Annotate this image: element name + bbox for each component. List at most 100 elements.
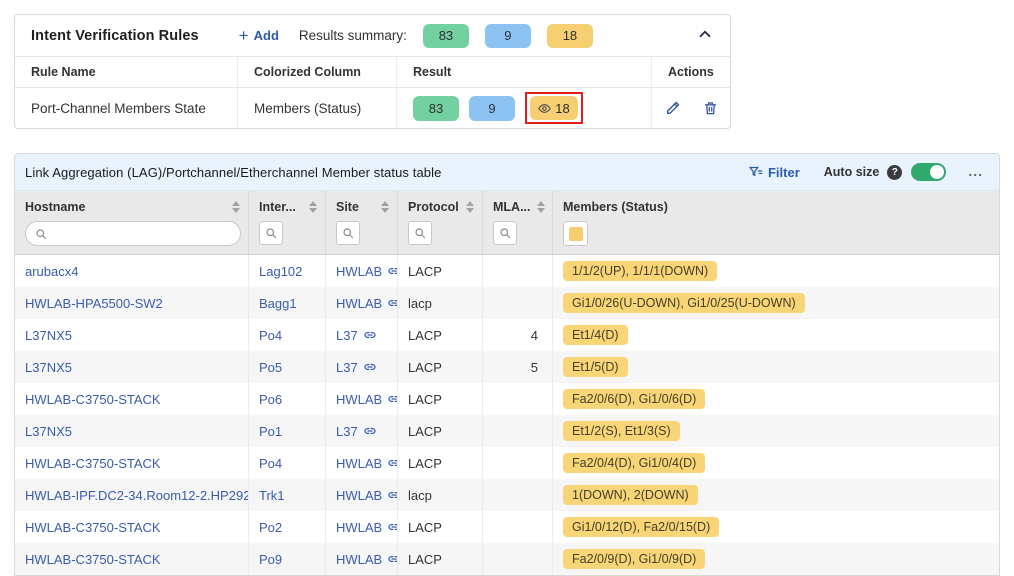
interface-cell: Lag102 bbox=[249, 255, 326, 287]
protocol-search-button[interactable] bbox=[408, 221, 432, 245]
table-row: L37NX5 Po1 L37 LACP Et1/2(S), Et1/3(S) bbox=[15, 415, 999, 447]
interface-cell: Po5 bbox=[249, 351, 326, 383]
interface-link[interactable]: Po5 bbox=[259, 360, 282, 375]
collapse-panel-button[interactable] bbox=[696, 25, 714, 46]
result-badge-green[interactable]: 83 bbox=[413, 96, 459, 121]
yellow-color-swatch bbox=[569, 227, 583, 241]
result-badge-blue[interactable]: 9 bbox=[469, 96, 515, 121]
table-row: HWLAB-C3750-STACK Po6 HWLAB LACP Fa2/0/6… bbox=[15, 383, 999, 415]
interface-cell: Po1 bbox=[249, 415, 326, 447]
interface-link[interactable]: Po2 bbox=[259, 520, 282, 535]
interface-cell: Bagg1 bbox=[249, 287, 326, 319]
table-row: L37NX5 Po4 L37 LACP 4 Et1/4(D) bbox=[15, 319, 999, 351]
interface-link[interactable]: Bagg1 bbox=[259, 296, 297, 311]
sort-icon[interactable] bbox=[232, 201, 240, 213]
help-icon[interactable]: ? bbox=[887, 165, 902, 180]
filter-button[interactable]: Filter bbox=[748, 165, 800, 180]
site-link[interactable]: HWLAB bbox=[336, 456, 382, 471]
hostname-link[interactable]: HWLAB-C3750-STACK bbox=[25, 456, 161, 471]
link-icon bbox=[387, 456, 398, 470]
filter-funnel-icon bbox=[748, 165, 763, 180]
sort-icon[interactable] bbox=[381, 201, 389, 213]
interface-link[interactable]: Po4 bbox=[259, 328, 282, 343]
interface-link[interactable]: Trk1 bbox=[259, 488, 285, 503]
rules-col-result: Result bbox=[397, 57, 652, 87]
members-status-pill: Et1/2(S), Et1/3(S) bbox=[563, 421, 680, 441]
link-icon bbox=[363, 424, 377, 438]
hostname-link[interactable]: L37NX5 bbox=[25, 328, 72, 343]
site-link[interactable]: L37 bbox=[336, 424, 358, 439]
interface-cell: Trk1 bbox=[249, 479, 326, 511]
rule-name-value: Port-Channel Members State bbox=[15, 88, 238, 128]
link-icon bbox=[387, 296, 398, 310]
mlag-search-button[interactable] bbox=[493, 221, 517, 245]
mlag-value bbox=[483, 415, 553, 447]
col-hostname: Hostname bbox=[15, 191, 249, 254]
protocol-value: LACP bbox=[398, 447, 483, 479]
search-icon bbox=[414, 227, 426, 239]
link-icon bbox=[387, 392, 398, 406]
site-cell: L37 bbox=[326, 415, 398, 447]
interface-search-button[interactable] bbox=[259, 221, 283, 245]
interface-link[interactable]: Lag102 bbox=[259, 264, 302, 279]
members-cell: Et1/5(D) bbox=[553, 351, 999, 383]
rules-panel-title: Intent Verification Rules bbox=[31, 28, 199, 44]
members-status-pill: Et1/5(D) bbox=[563, 357, 628, 377]
col-members-status-label: Members (Status) bbox=[563, 200, 668, 214]
interface-link[interactable]: Po4 bbox=[259, 456, 282, 471]
rules-col-actions: Actions bbox=[652, 57, 730, 87]
site-link[interactable]: L37 bbox=[336, 328, 358, 343]
hostname-link[interactable]: arubacx4 bbox=[25, 264, 78, 279]
site-link[interactable]: HWLAB bbox=[336, 520, 382, 535]
members-cell: 1(DOWN), 2(DOWN) bbox=[553, 479, 999, 511]
site-link[interactable]: HWLAB bbox=[336, 488, 382, 503]
site-search-button[interactable] bbox=[336, 221, 360, 245]
table-row: arubacx4 Lag102 HWLAB LACP 1/1/2(UP), 1/… bbox=[15, 255, 999, 287]
pencil-icon bbox=[665, 100, 681, 116]
hostname-link[interactable]: L37NX5 bbox=[25, 424, 72, 439]
site-link[interactable]: L37 bbox=[336, 360, 358, 375]
add-rule-button[interactable]: + Add bbox=[239, 27, 279, 44]
members-status-pill: 1(DOWN), 2(DOWN) bbox=[563, 485, 698, 505]
interface-cell: Po6 bbox=[249, 383, 326, 415]
hostname-cell: arubacx4 bbox=[15, 255, 249, 287]
edit-rule-button[interactable] bbox=[665, 100, 681, 116]
hostname-link[interactable]: HWLAB-C3750-STACK bbox=[25, 552, 161, 567]
table-row: L37NX5 Po5 L37 LACP 5 Et1/5(D) bbox=[15, 351, 999, 383]
row-actions bbox=[652, 88, 730, 128]
interface-link[interactable]: Po1 bbox=[259, 424, 282, 439]
summary-badge-yellow: 18 bbox=[547, 24, 593, 48]
lag-status-table-panel: Link Aggregation (LAG)/Portchannel/Ether… bbox=[14, 153, 1000, 576]
site-cell: HWLAB bbox=[326, 255, 398, 287]
site-link[interactable]: HWLAB bbox=[336, 552, 382, 567]
result-badge-yellow-highlighted[interactable]: 18 bbox=[525, 92, 583, 124]
auto-size-toggle[interactable] bbox=[911, 163, 946, 181]
hostname-search-field[interactable] bbox=[52, 227, 231, 241]
site-cell: HWLAB bbox=[326, 287, 398, 319]
delete-rule-button[interactable] bbox=[703, 100, 718, 116]
interface-link[interactable]: Po6 bbox=[259, 392, 282, 407]
hostname-cell: L37NX5 bbox=[15, 319, 249, 351]
protocol-value: LACP bbox=[398, 319, 483, 351]
sort-icon[interactable] bbox=[466, 201, 474, 213]
lag-panel-toolbar: Filter Auto size ? ... bbox=[748, 163, 983, 181]
hostname-link[interactable]: HWLAB-HPA5500-SW2 bbox=[25, 296, 163, 311]
more-options-button[interactable]: ... bbox=[968, 169, 983, 175]
status-table-header: Hostname Inter... Site bbox=[15, 191, 999, 255]
interface-link[interactable]: Po9 bbox=[259, 552, 282, 567]
hostname-link[interactable]: HWLAB-IPF.DC2-34.Room12-2.HP2920 bbox=[25, 488, 249, 503]
sort-icon[interactable] bbox=[537, 201, 545, 213]
sort-icon[interactable] bbox=[309, 201, 317, 213]
hostname-search-input[interactable] bbox=[25, 221, 241, 246]
members-color-filter-button[interactable] bbox=[563, 221, 588, 246]
site-link[interactable]: HWLAB bbox=[336, 264, 382, 279]
hostname-link[interactable]: HWLAB-C3750-STACK bbox=[25, 520, 161, 535]
hostname-link[interactable]: L37NX5 bbox=[25, 360, 72, 375]
protocol-value: LACP bbox=[398, 255, 483, 287]
hostname-link[interactable]: HWLAB-C3750-STACK bbox=[25, 392, 161, 407]
members-status-pill: Gi1/0/12(D), Fa2/0/15(D) bbox=[563, 517, 719, 537]
colorized-column-value: Members (Status) bbox=[238, 88, 397, 128]
site-link[interactable]: HWLAB bbox=[336, 296, 382, 311]
rules-col-rule-name: Rule Name bbox=[15, 57, 238, 87]
site-link[interactable]: HWLAB bbox=[336, 392, 382, 407]
